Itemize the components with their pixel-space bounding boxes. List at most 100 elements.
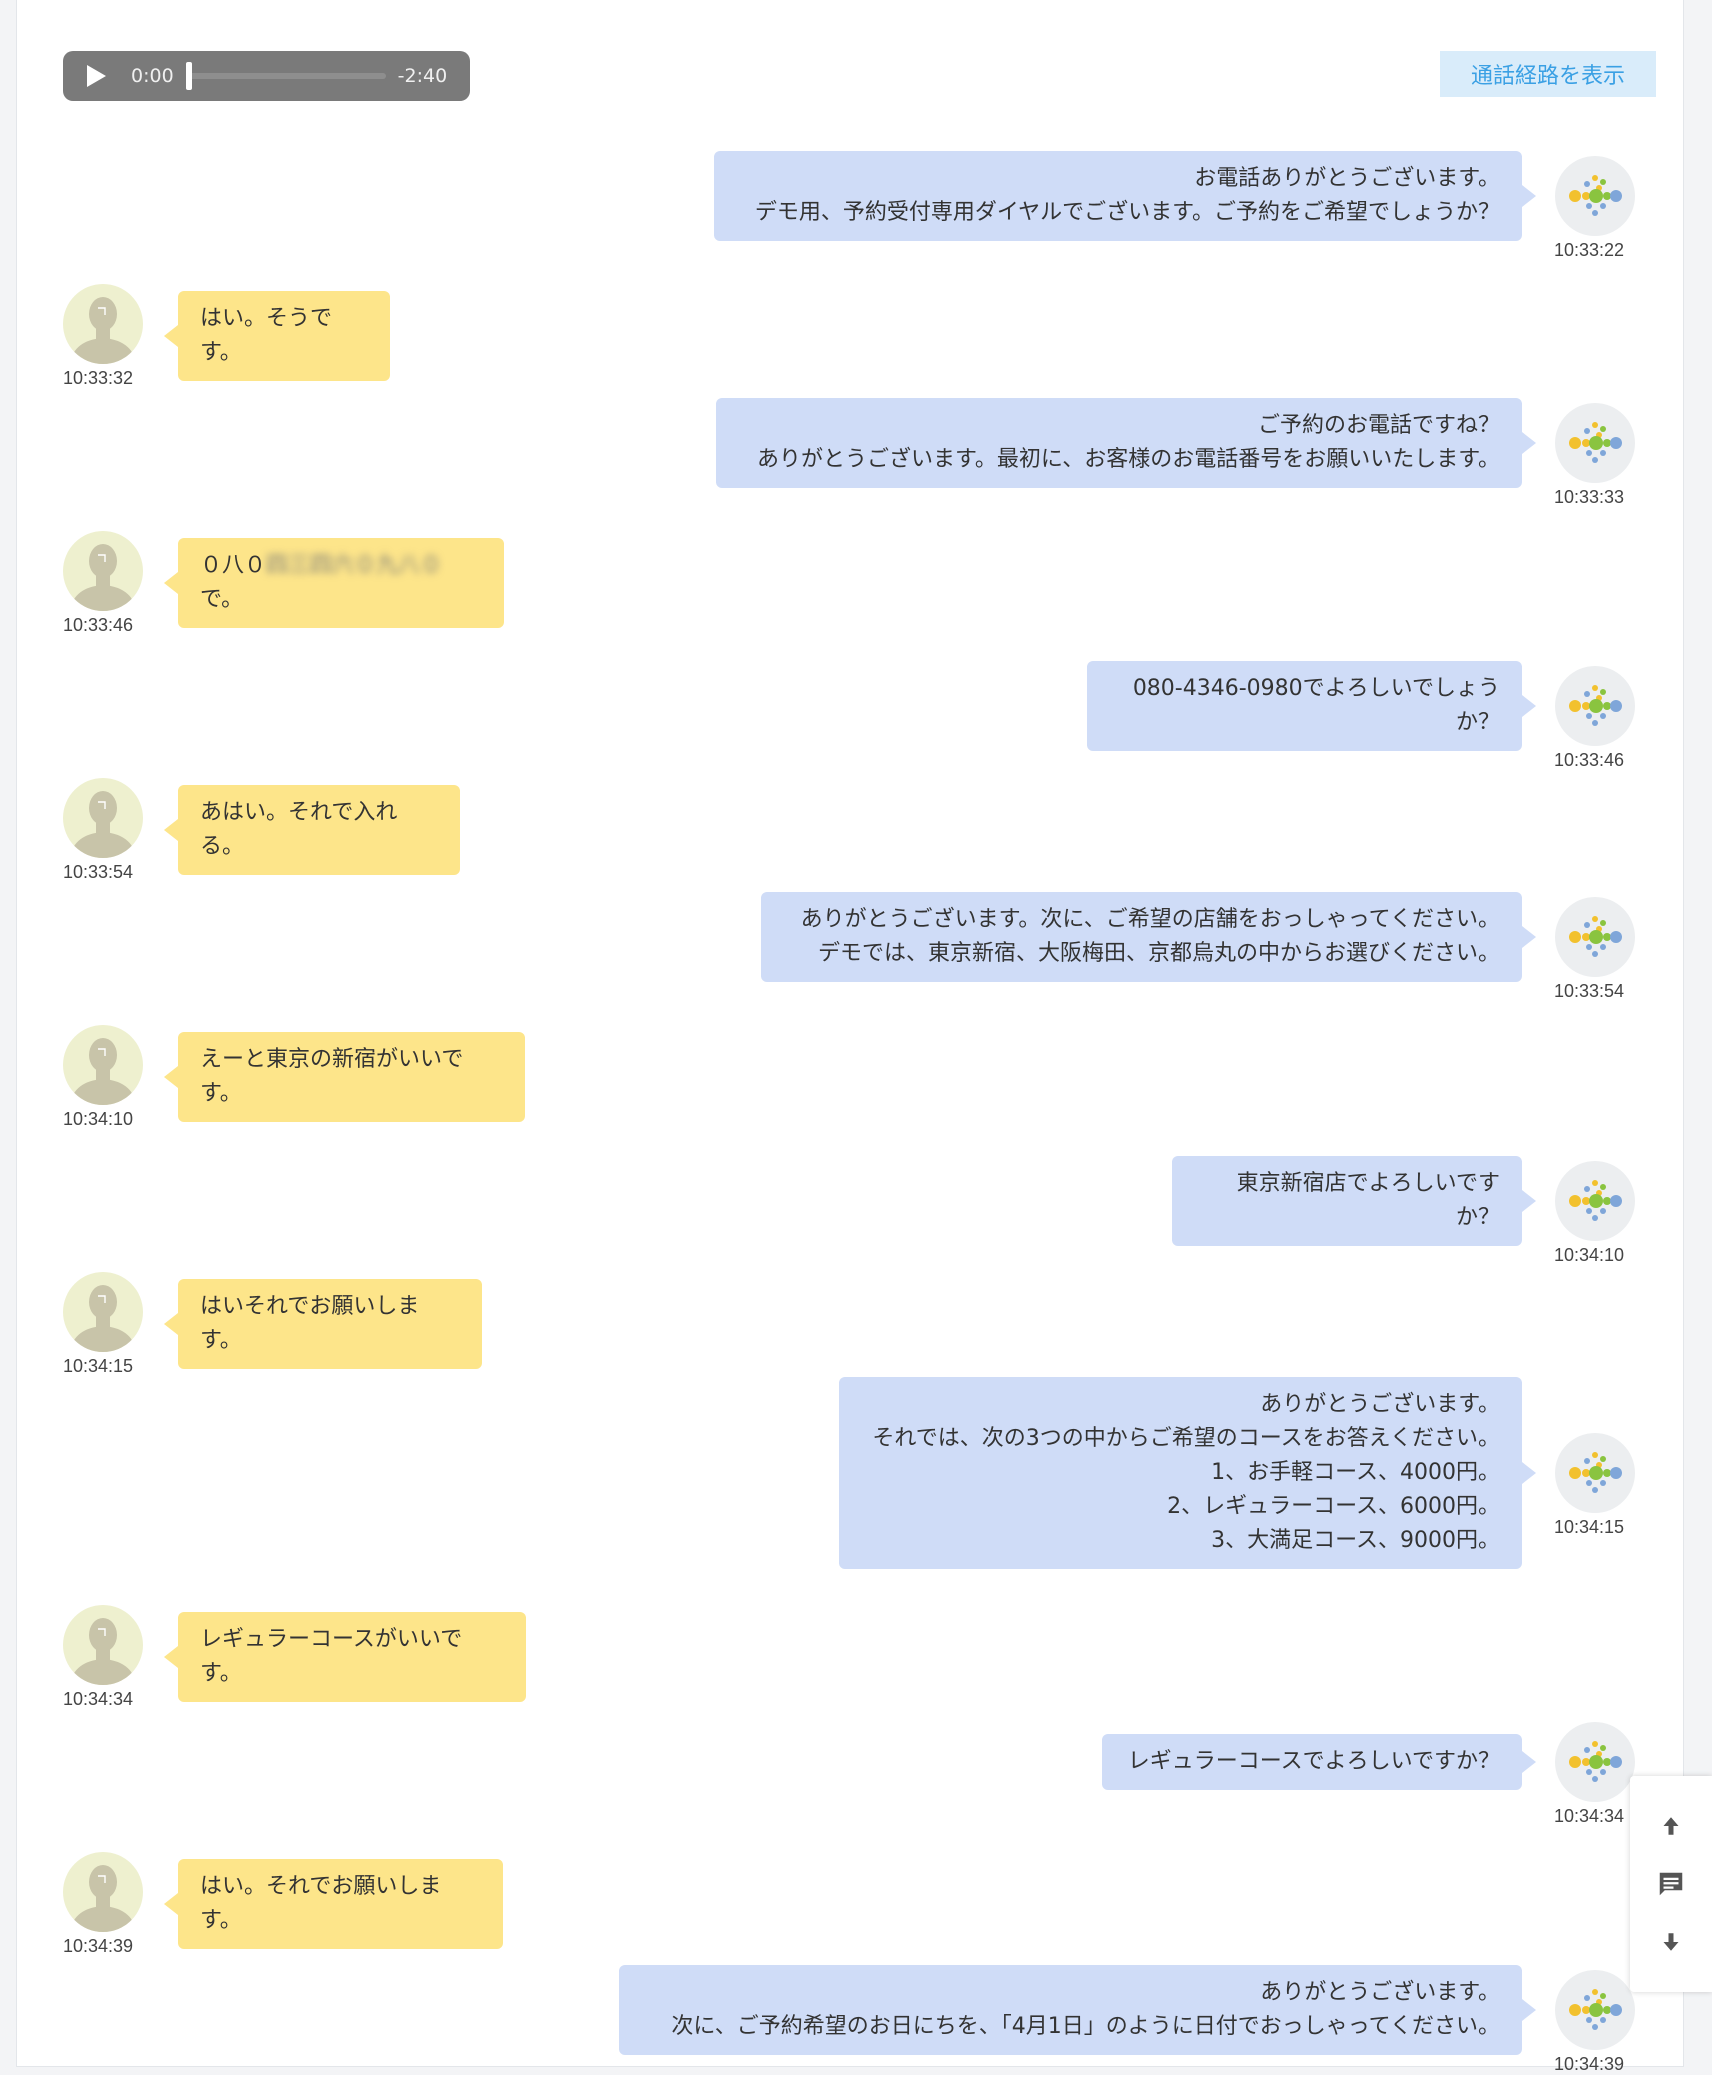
message-text: ありがとうございます。 次に、ご予約希望のお日にちを、「4月1日」のように日付で… [671, 1980, 1500, 2039]
message-bot: お電話ありがとうございます。 デモ用、予約受付専用ダイヤルでございます。ご予約を… [714, 151, 1536, 241]
chat-button[interactable] [1630, 1854, 1712, 1914]
message-text: ありがとうございます。 それでは、次の3つの中からご希望のコースをお答えください… [872, 1392, 1500, 1553]
message-bubble: えーと東京の新宿がいいです。 [164, 1032, 525, 1122]
message-text: レギュラーコースがいいです。 [200, 1627, 463, 1686]
message-timestamp: 10:33:54 [1554, 981, 1625, 1001]
bot-avatar [1555, 1433, 1635, 1513]
message-user: はい。そうです。 [164, 291, 390, 381]
progress-handle[interactable] [185, 62, 192, 90]
message-text: レギュラーコースでよろしいですか？ [1127, 1749, 1500, 1774]
message-bot: 080-4346-0980でよろしいでしょうか？ [1087, 661, 1536, 751]
message-bubble: レギュラーコースがいいです。 [164, 1612, 526, 1702]
audio-progress-bar[interactable] [185, 62, 386, 90]
message-timestamp: 10:33:32 [63, 368, 134, 388]
message-text: はい。それでお願いします。 [200, 1874, 442, 1933]
message-text: あはい。それで入れる。 [200, 800, 398, 859]
bot-logo-icon [1569, 175, 1622, 216]
bot-avatar [1555, 1970, 1635, 2050]
message-bubble: はいそれでお願いします。 [164, 1279, 482, 1369]
message-timestamp: 10:33:33 [1554, 487, 1625, 507]
message-timestamp: 10:34:15 [1554, 1517, 1625, 1537]
user-avatar [63, 1852, 143, 1932]
message-bubble: ０八０四三四六０九八０ で。 [164, 538, 504, 628]
bot-logo-icon [1569, 1452, 1622, 1493]
message-bubble: お電話ありがとうございます。 デモ用、予約受付専用ダイヤルでございます。ご予約を… [714, 151, 1536, 241]
user-avatar [63, 284, 143, 364]
message-bot: レギュラーコースでよろしいですか？ [1102, 1734, 1536, 1790]
message-timestamp: 10:33:22 [1554, 240, 1625, 260]
play-icon [87, 65, 106, 87]
scroll-down-button[interactable] [1630, 1912, 1712, 1972]
message-timestamp: 10:34:39 [1554, 2054, 1625, 2074]
message-bot: ご予約のお電話ですね？ ありがとうございます。最初に、お客様のお電話番号をお願い… [716, 398, 1536, 488]
message-text: ご予約のお電話ですね？ ありがとうございます。最初に、お客様のお電話番号をお願い… [757, 413, 1500, 472]
scroll-up-button[interactable] [1630, 1796, 1712, 1856]
message-user: あはい。それで入れる。 [164, 785, 460, 875]
message-text: お電話ありがとうございます。 デモ用、予約受付専用ダイヤルでございます。ご予約を… [754, 166, 1500, 225]
message-timestamp: 10:34:34 [63, 1689, 134, 1709]
bot-avatar [1555, 666, 1635, 746]
bot-logo-icon [1569, 1180, 1622, 1221]
bot-avatar [1555, 1722, 1635, 1802]
message-bubble: はい。それでお願いします。 [164, 1859, 503, 1949]
bot-logo-icon [1569, 1741, 1622, 1782]
user-silhouette-icon [69, 297, 137, 364]
message-text-suffix: で。 [200, 587, 244, 612]
user-avatar [63, 1272, 143, 1352]
message-bot: ありがとうございます。 それでは、次の3つの中からご希望のコースをお答えください… [839, 1377, 1536, 1569]
message-bubble: 080-4346-0980でよろしいでしょうか？ [1087, 661, 1536, 751]
current-time: 0:00 [131, 65, 174, 87]
chat-icon [1659, 1872, 1683, 1896]
message-user: ０八０四三四六０九八０ で。 [164, 538, 504, 628]
bot-logo-icon [1569, 1989, 1622, 2030]
play-button[interactable] [81, 61, 111, 91]
message-bubble: ありがとうございます。 それでは、次の3つの中からご希望のコースをお答えください… [839, 1377, 1536, 1569]
message-user: はいそれでお願いします。 [164, 1279, 482, 1369]
bot-logo-icon [1569, 422, 1622, 463]
message-text: ありがとうございます。次に、ご希望の店舗をおっしゃってください。 デモでは、東京… [800, 907, 1500, 966]
message-text: はい。そうです。 [200, 306, 333, 365]
message-bot: ありがとうございます。 次に、ご予約希望のお日にちを、「4月1日」のように日付で… [619, 1965, 1536, 2055]
message-text: ０八０ [200, 553, 267, 578]
floating-nav [1630, 1776, 1712, 1992]
message-bubble: 東京新宿店でよろしいですか？ [1172, 1156, 1536, 1246]
message-timestamp: 10:34:39 [63, 1936, 134, 1956]
bot-logo-icon [1569, 916, 1622, 957]
user-avatar [63, 1025, 143, 1105]
bot-avatar [1555, 403, 1635, 483]
arrow-down-icon [1663, 1933, 1679, 1951]
user-avatar [63, 1605, 143, 1685]
bot-logo-icon [1569, 685, 1622, 726]
remaining-time: -2:40 [397, 65, 448, 87]
message-bot: 東京新宿店でよろしいですか？ [1172, 1156, 1536, 1246]
message-timestamp: 10:34:34 [1554, 1806, 1625, 1826]
user-silhouette-icon [69, 1618, 137, 1685]
bot-avatar [1555, 1161, 1635, 1241]
show-call-route-button[interactable]: 通話経路を表示 [1440, 51, 1656, 97]
message-timestamp: 10:34:10 [63, 1109, 134, 1129]
message-timestamp: 10:33:54 [63, 862, 134, 882]
user-silhouette-icon [69, 1285, 137, 1352]
message-bubble: レギュラーコースでよろしいですか？ [1102, 1734, 1536, 1790]
user-avatar [63, 778, 143, 858]
message-bubble: はい。そうです。 [164, 291, 390, 381]
message-user: えーと東京の新宿がいいです。 [164, 1032, 525, 1122]
user-silhouette-icon [69, 1038, 137, 1105]
audio-player: 0:00 -2:40 [63, 51, 470, 101]
message-timestamp: 10:33:46 [63, 615, 134, 635]
message-bubble: ご予約のお電話ですね？ ありがとうございます。最初に、お客様のお電話番号をお願い… [716, 398, 1536, 488]
message-bot: ありがとうございます。次に、ご希望の店舗をおっしゃってください。 デモでは、東京… [761, 892, 1536, 982]
message-user: レギュラーコースがいいです。 [164, 1612, 526, 1702]
user-silhouette-icon [69, 1865, 137, 1932]
message-bubble: あはい。それで入れる。 [164, 785, 460, 875]
bot-avatar [1555, 897, 1635, 977]
message-bubble: ありがとうございます。次に、ご希望の店舗をおっしゃってください。 デモでは、東京… [761, 892, 1536, 982]
message-user: はい。それでお願いします。 [164, 1859, 503, 1949]
message-timestamp: 10:34:15 [63, 1356, 134, 1376]
user-silhouette-icon [69, 544, 137, 611]
message-text: えーと東京の新宿がいいです。 [200, 1047, 464, 1106]
user-silhouette-icon [69, 791, 137, 858]
user-avatar [63, 531, 143, 611]
redacted-text: 四三四六０九八０ [266, 553, 443, 578]
message-text: はいそれでお願いします。 [200, 1294, 420, 1353]
